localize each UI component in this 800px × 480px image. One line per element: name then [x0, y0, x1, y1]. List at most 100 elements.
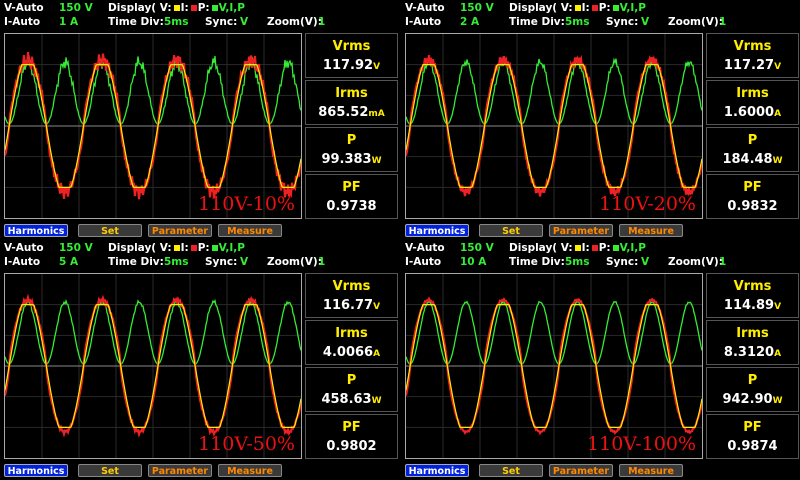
v-range-value[interactable]: 150 V — [59, 241, 93, 255]
header-row-2: I-Auto 10 A Time Div: 5ms Sync: V Zoom(V… — [401, 255, 799, 269]
pf-number: 0.9802 — [326, 439, 377, 454]
measurement-column: Vrms 116.77V Irms 4.0066A P 458.63W PF 0… — [305, 273, 398, 459]
display-i-label: I: — [180, 2, 189, 14]
set-button[interactable]: Set — [479, 464, 543, 477]
v-auto-label[interactable]: V-Auto — [4, 241, 44, 255]
power-label: P — [747, 133, 758, 148]
vrms-number: 114.89 — [723, 298, 775, 313]
voltage-color-swatch — [173, 244, 180, 251]
power-value: 99.383W — [306, 151, 397, 170]
harmonics-button[interactable]: Harmonics — [405, 464, 469, 477]
display-label: Display( V: — [509, 2, 573, 14]
measure-button[interactable]: Measure — [619, 464, 683, 477]
set-button[interactable]: Set — [479, 224, 543, 237]
softkey-row: Harmonics Set Parameter Measure — [405, 464, 799, 478]
sync-value[interactable]: V — [641, 15, 649, 29]
current-color-swatch — [190, 244, 197, 251]
v-auto-label[interactable]: V-Auto — [4, 1, 44, 15]
time-div-value[interactable]: 5ms — [164, 255, 189, 269]
harmonics-button[interactable]: Harmonics — [4, 464, 68, 477]
display-selector[interactable]: Display( V: I: P: V,I,P — [509, 241, 646, 255]
softkey-row: Harmonics Set Parameter Measure — [4, 224, 398, 238]
pf-cell: PF 0.9802 — [305, 414, 398, 459]
set-button[interactable]: Set — [78, 464, 142, 477]
i-range-value[interactable]: 2 A — [460, 15, 479, 29]
v-auto-label[interactable]: V-Auto — [405, 241, 445, 255]
vrms-number: 117.27 — [723, 58, 775, 73]
i-auto-label[interactable]: I-Auto — [4, 255, 40, 269]
measure-button[interactable]: Measure — [619, 224, 683, 237]
vrms-unit: V — [373, 62, 381, 72]
pf-number: 0.9832 — [727, 199, 778, 214]
zoom-value[interactable]: 1 — [318, 15, 325, 29]
vrms-unit: V — [774, 62, 782, 72]
irms-label: Irms — [335, 326, 368, 341]
zoom-value[interactable]: 1 — [719, 15, 726, 29]
sync-value[interactable]: V — [240, 255, 248, 269]
header-row-1: V-Auto 150 V Display( V: I: P: V,I,P — [401, 241, 799, 255]
analyzer-panel-3: V-Auto 150 V Display( V: I: P: V,I,P I-Auto… — [0, 240, 398, 480]
analyzer-panel-1: V-Auto 150 V Display( V: I: P: V,I,P I-Auto… — [0, 0, 398, 240]
i-range-value[interactable]: 10 A — [460, 255, 486, 269]
vrms-label: Vrms — [332, 39, 371, 54]
parameter-button[interactable]: Parameter — [148, 224, 212, 237]
zoom-label: Zoom(V): — [668, 256, 723, 268]
zoom-label: Zoom(V): — [267, 256, 322, 268]
display-channels: V,I,P — [619, 2, 646, 14]
pf-cell: PF 0.9832 — [706, 174, 799, 219]
pf-value: 0.9738 — [306, 198, 397, 216]
i-auto-label[interactable]: I-Auto — [405, 255, 441, 269]
time-div-value[interactable]: 5ms — [565, 15, 590, 29]
v-range-value[interactable]: 150 V — [460, 1, 494, 15]
pf-cell: PF 0.9874 — [706, 414, 799, 459]
i-auto-label[interactable]: I-Auto — [405, 15, 441, 29]
time-div-value[interactable]: 5ms — [565, 255, 590, 269]
display-selector[interactable]: Display( V: I: P: V,I,P — [108, 241, 245, 255]
vrms-value: 116.77V — [306, 297, 397, 316]
header-row-2: I-Auto 5 A Time Div: 5ms Sync: V Zoom(V)… — [0, 255, 398, 269]
i-range-value[interactable]: 5 A — [59, 255, 78, 269]
sync-label: Sync: — [606, 256, 639, 268]
power-value: 184.48W — [707, 151, 798, 170]
i-auto-label[interactable]: I-Auto — [4, 15, 40, 29]
irms-number: 8.3120 — [723, 345, 775, 360]
display-selector[interactable]: Display( V: I: P: V,I,P — [108, 1, 245, 15]
i-range-value[interactable]: 1 A — [59, 15, 78, 29]
parameter-button[interactable]: Parameter — [549, 224, 613, 237]
sync-value[interactable]: V — [641, 255, 649, 269]
time-div-label: Time Div: — [509, 256, 565, 268]
set-button[interactable]: Set — [78, 224, 142, 237]
power-color-swatch — [211, 244, 218, 251]
irms-unit: A — [774, 349, 782, 359]
harmonics-button[interactable]: Harmonics — [405, 224, 469, 237]
time-div-value[interactable]: 5ms — [164, 15, 189, 29]
display-selector[interactable]: Display( V: I: P: V,I,P — [509, 1, 646, 15]
display-channels: V,I,P — [218, 2, 245, 14]
irms-cell: Irms 1.6000A — [706, 80, 799, 125]
sync-value[interactable]: V — [240, 15, 248, 29]
vrms-label: Vrms — [332, 279, 371, 294]
irms-number: 1.6000 — [723, 105, 775, 120]
pf-value: 0.9802 — [306, 438, 397, 456]
test-condition-label: 110V-100% — [587, 433, 696, 455]
measurement-column: Vrms 117.27V Irms 1.6000A P 184.48W PF 0… — [706, 33, 799, 219]
vrms-number: 116.77 — [322, 298, 374, 313]
v-auto-label[interactable]: V-Auto — [405, 1, 445, 15]
display-label: Display( V: — [509, 242, 573, 254]
parameter-button[interactable]: Parameter — [148, 464, 212, 477]
measure-button[interactable]: Measure — [218, 464, 282, 477]
zoom-value[interactable]: 1 — [719, 255, 726, 269]
vrms-cell: Vrms 116.77V — [305, 273, 398, 318]
v-range-value[interactable]: 150 V — [460, 241, 494, 255]
parameter-button[interactable]: Parameter — [549, 464, 613, 477]
v-range-value[interactable]: 150 V — [59, 1, 93, 15]
pf-value: 0.9832 — [707, 198, 798, 216]
measure-button[interactable]: Measure — [218, 224, 282, 237]
pf-number: 0.9874 — [727, 439, 778, 454]
vrms-label: Vrms — [733, 279, 772, 294]
irms-cell: Irms 865.52mA — [305, 80, 398, 125]
harmonics-button[interactable]: Harmonics — [4, 224, 68, 237]
display-p-label: P: — [197, 2, 210, 14]
zoom-value[interactable]: 1 — [318, 255, 325, 269]
header-row-2: I-Auto 1 A Time Div: 5ms Sync: V Zoom(V)… — [0, 15, 398, 29]
